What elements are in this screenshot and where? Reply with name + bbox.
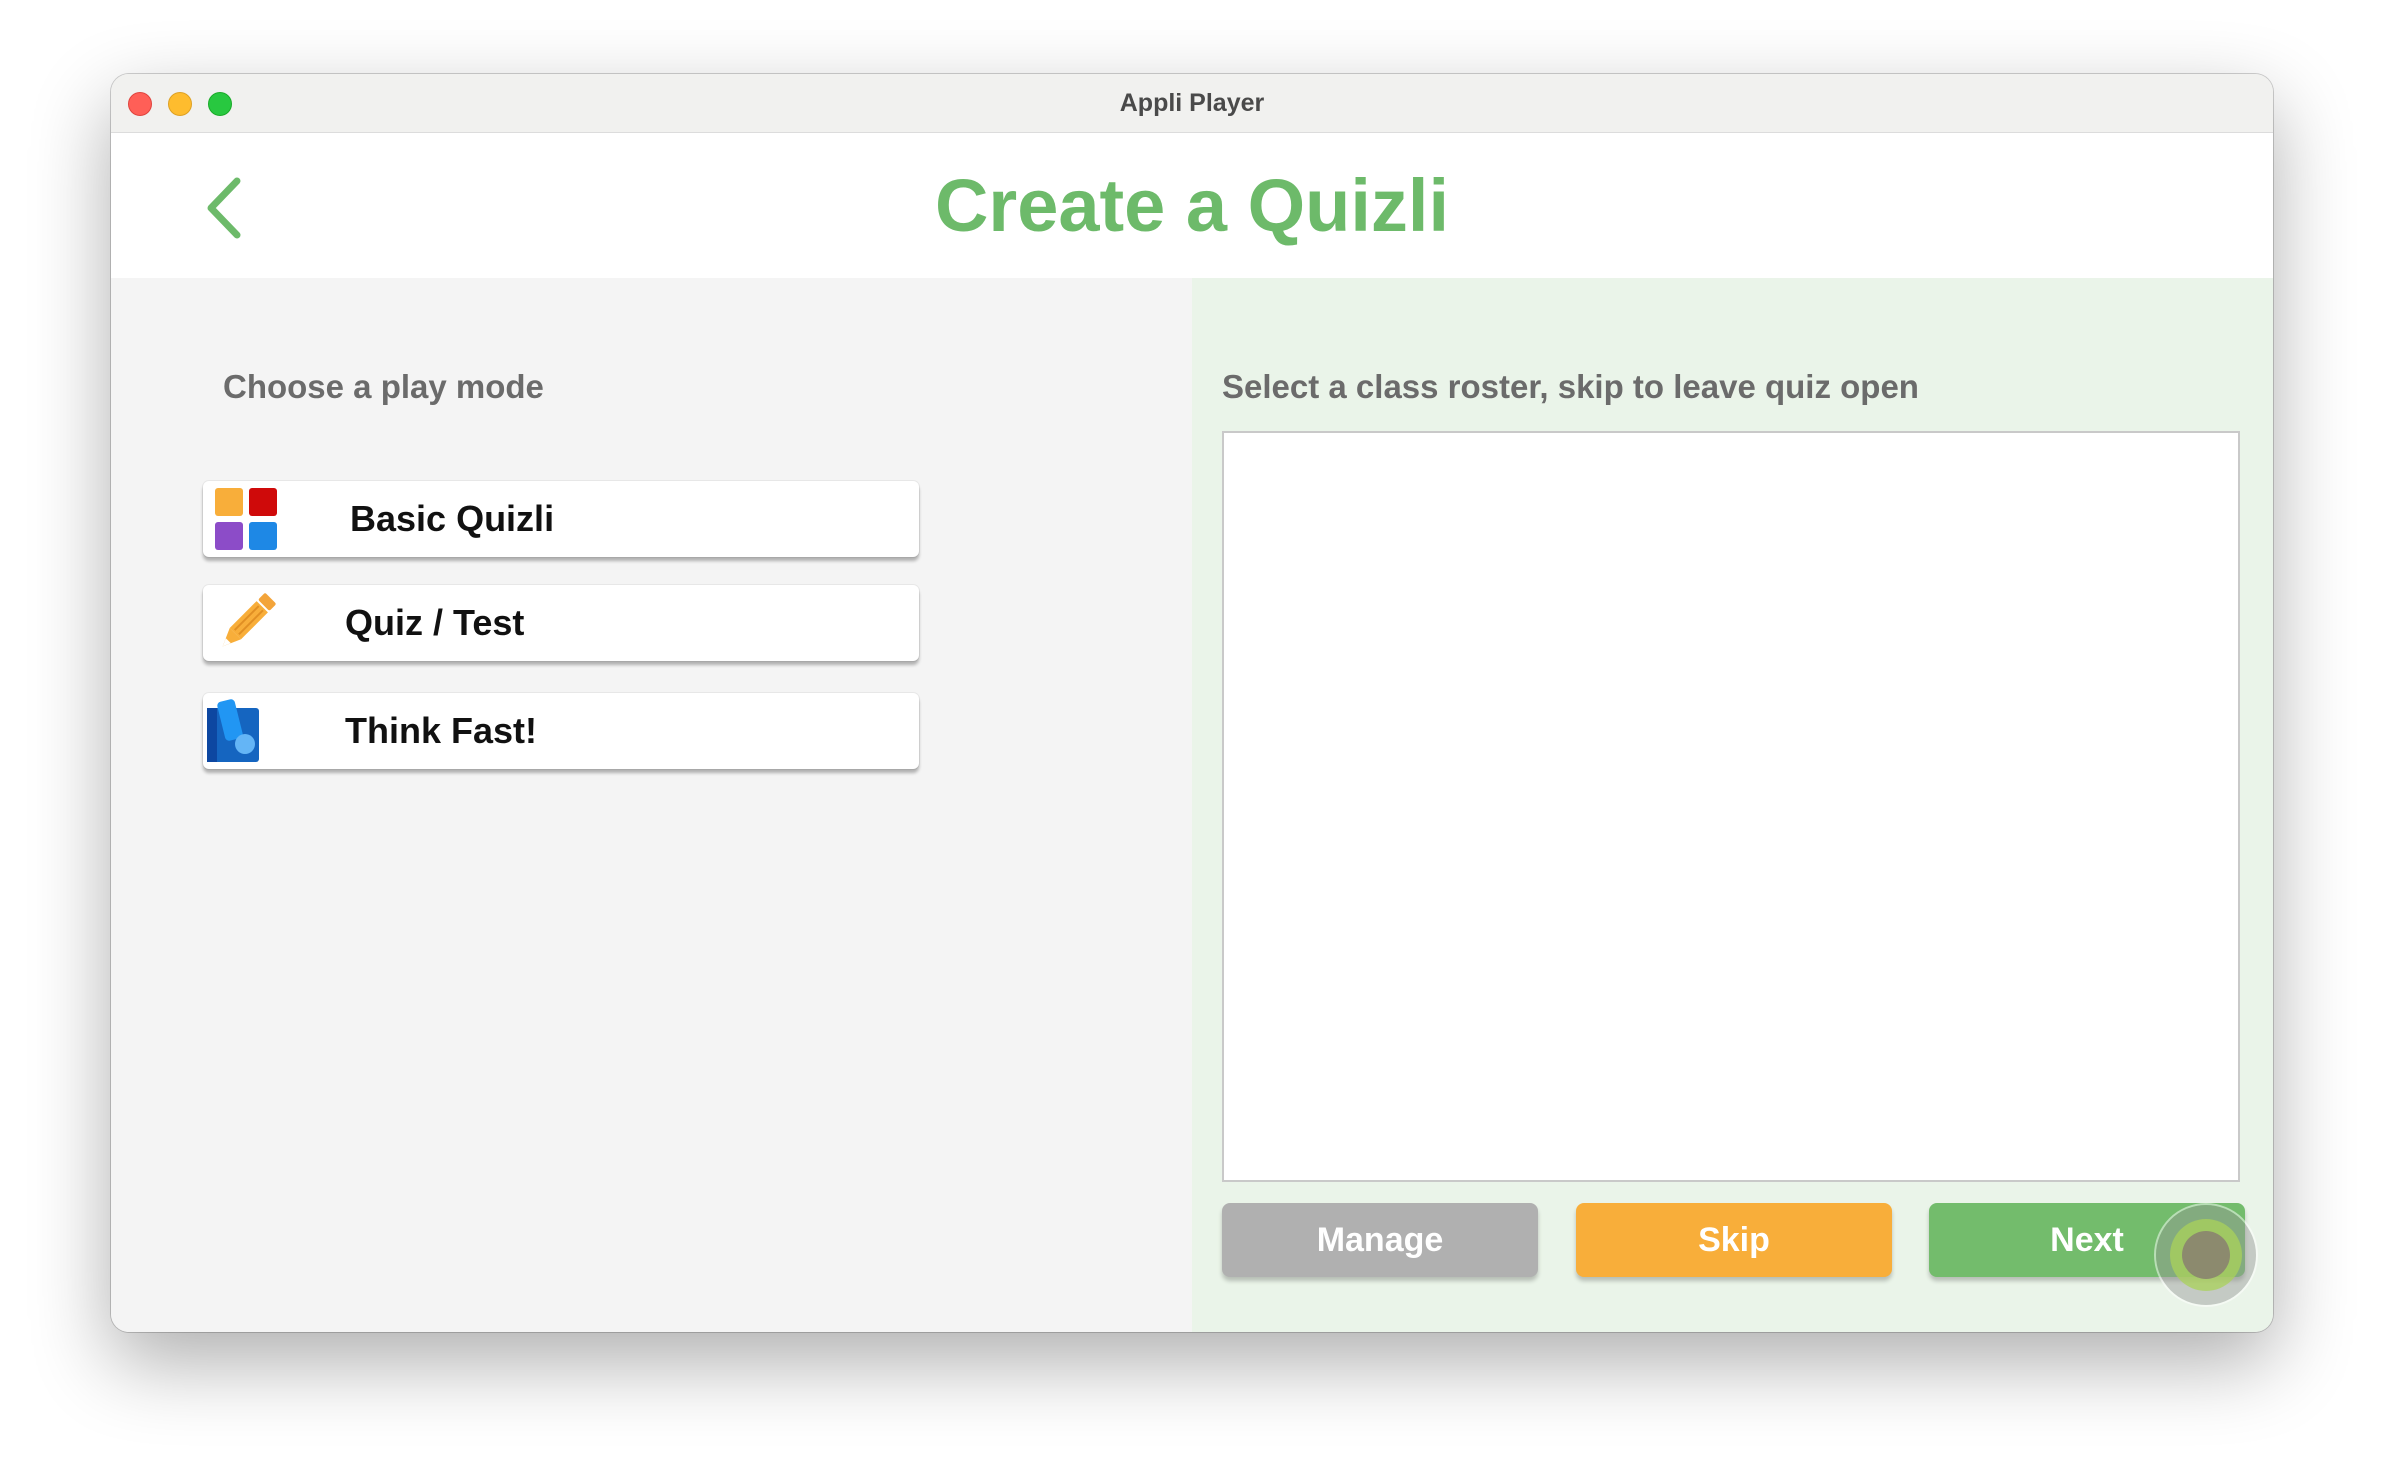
app-window: Appli Player Create a Quizli Choose a pl…: [111, 74, 2273, 1332]
roster-heading: Select a class roster, skip to leave qui…: [1222, 368, 1919, 405]
mode-label: Basic Quizli: [350, 498, 555, 539]
roster-panel: Select a class roster, skip to leave qui…: [1192, 278, 2273, 1332]
mode-quiz-test-button[interactable]: Quiz / Test: [203, 585, 919, 661]
fast-blocks-icon: [207, 699, 259, 762]
manage-button[interactable]: Manage: [1222, 1203, 1538, 1277]
mode-think-fast-button[interactable]: Think Fast!: [203, 693, 919, 769]
mode-basic-quizli-button[interactable]: Basic Quizli: [203, 481, 919, 557]
cursor-indicator: [2156, 1205, 2256, 1305]
play-mode-panel: Choose a play mode Basic Quizli Quiz / T…: [111, 278, 1192, 1332]
mode-label: Think Fast!: [345, 710, 538, 751]
colored-squares-icon: [215, 488, 277, 550]
window-title: Appli Player: [1119, 89, 1265, 117]
play-mode-heading: Choose a play mode: [223, 368, 544, 405]
cursor-dot: [2182, 1231, 2230, 1279]
page-title: Create a Quizli: [934, 164, 1450, 247]
roster-list[interactable]: [1222, 431, 2240, 1182]
page-header: Create a Quizli: [111, 133, 2273, 278]
skip-button[interactable]: Skip: [1576, 1203, 1892, 1277]
mode-label: Quiz / Test: [345, 602, 525, 643]
title-bar: Appli Player: [111, 74, 2273, 133]
pencil-icon: [222, 593, 276, 647]
